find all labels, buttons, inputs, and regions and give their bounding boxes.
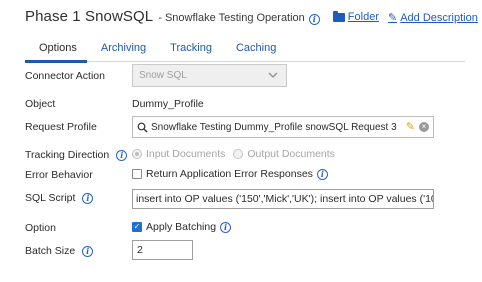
info-icon[interactable]: i	[316, 168, 328, 180]
request-profile-label-text: Request Profile	[25, 121, 97, 133]
add-description-link[interactable]: ✎ Add Description	[387, 11, 478, 25]
sql-script-input[interactable]: insert into OP values ('150','Mick','UK'…	[132, 189, 434, 209]
apply-batching-option: ✓ Apply Batching i	[132, 221, 232, 233]
radio-input-documents-label: Input Documents	[146, 148, 226, 160]
sql-script-label-text: SQL Script	[25, 192, 76, 204]
tracking-direction-options: Input Documents Output Documents	[132, 148, 335, 160]
pencil-icon: ✎	[387, 12, 398, 24]
radio-output-documents[interactable]	[233, 149, 244, 159]
tracking-direction-label: Tracking Direction i	[25, 149, 128, 161]
tracking-direction-label-text: Tracking Direction	[25, 149, 110, 161]
page-title: Phase 1 SnowSQL	[25, 8, 154, 25]
batch-size-input[interactable]: 2	[132, 240, 193, 260]
clear-icon[interactable]: ×	[419, 122, 429, 132]
add-description-label: Add Description	[400, 11, 478, 24]
radio-output-documents-label: Output Documents	[247, 148, 335, 160]
connector-action-select[interactable]: Snow SQL	[132, 64, 287, 87]
page-header: Phase 1 SnowSQL - Snowflake Testing Oper…	[25, 8, 478, 28]
batch-size-label-text: Batch Size	[25, 245, 76, 257]
info-icon[interactable]: i	[220, 221, 232, 233]
folder-link-label: Folder	[347, 10, 379, 23]
info-icon[interactable]: i	[308, 13, 320, 25]
page-subtitle: - Snowflake Testing Operation	[158, 12, 305, 24]
apply-batching-checkbox[interactable]: ✓	[132, 222, 142, 232]
request-profile-label: Request Profile	[25, 121, 97, 133]
return-error-responses-checkbox[interactable]	[132, 169, 142, 179]
radio-output-documents-option: Output Documents	[233, 148, 335, 160]
option-label-text: Option	[25, 222, 56, 234]
edit-icon[interactable]: ✎	[406, 120, 415, 133]
request-profile-field[interactable]: Snowflake Testing Dummy_Profile snowSQL …	[132, 116, 434, 138]
object-value: Dummy_Profile	[132, 98, 204, 110]
check-icon: ✓	[133, 222, 141, 231]
info-icon[interactable]: i	[82, 192, 94, 204]
sql-script-label: SQL Script i	[25, 192, 94, 204]
tab-tracking[interactable]: Tracking	[156, 38, 222, 62]
radio-input-documents[interactable]	[132, 149, 142, 159]
tab-archiving[interactable]: Archiving	[87, 38, 156, 62]
object-label: Object	[25, 98, 55, 110]
error-behavior-label-text: Error Behavior	[25, 169, 93, 181]
return-error-responses-label: Return Application Error Responses	[146, 168, 313, 180]
option-label: Option	[25, 222, 56, 234]
info-icon[interactable]: i	[116, 149, 128, 161]
request-profile-value: Snowflake Testing Dummy_Profile snowSQL …	[151, 121, 397, 133]
folder-link[interactable]: Folder	[332, 10, 379, 23]
tab-bar: Options Archiving Tracking Caching	[25, 38, 465, 63]
info-icon[interactable]: i	[82, 245, 94, 257]
error-behavior-option: Return Application Error Responses i	[132, 168, 328, 180]
connector-action-value: Snow SQL	[139, 70, 187, 81]
apply-batching-label: Apply Batching	[146, 221, 217, 233]
object-label-text: Object	[25, 98, 56, 110]
folder-icon	[332, 11, 345, 22]
tab-options[interactable]: Options	[25, 38, 87, 63]
connector-action-label-text: Connector Action	[25, 70, 105, 82]
batch-size-label: Batch Size i	[25, 245, 94, 257]
connector-action-label: Connector Action	[25, 70, 105, 82]
search-icon	[137, 122, 148, 132]
error-behavior-label: Error Behavior	[25, 169, 93, 181]
tab-caching[interactable]: Caching	[222, 38, 286, 62]
chevron-down-icon	[268, 72, 278, 78]
